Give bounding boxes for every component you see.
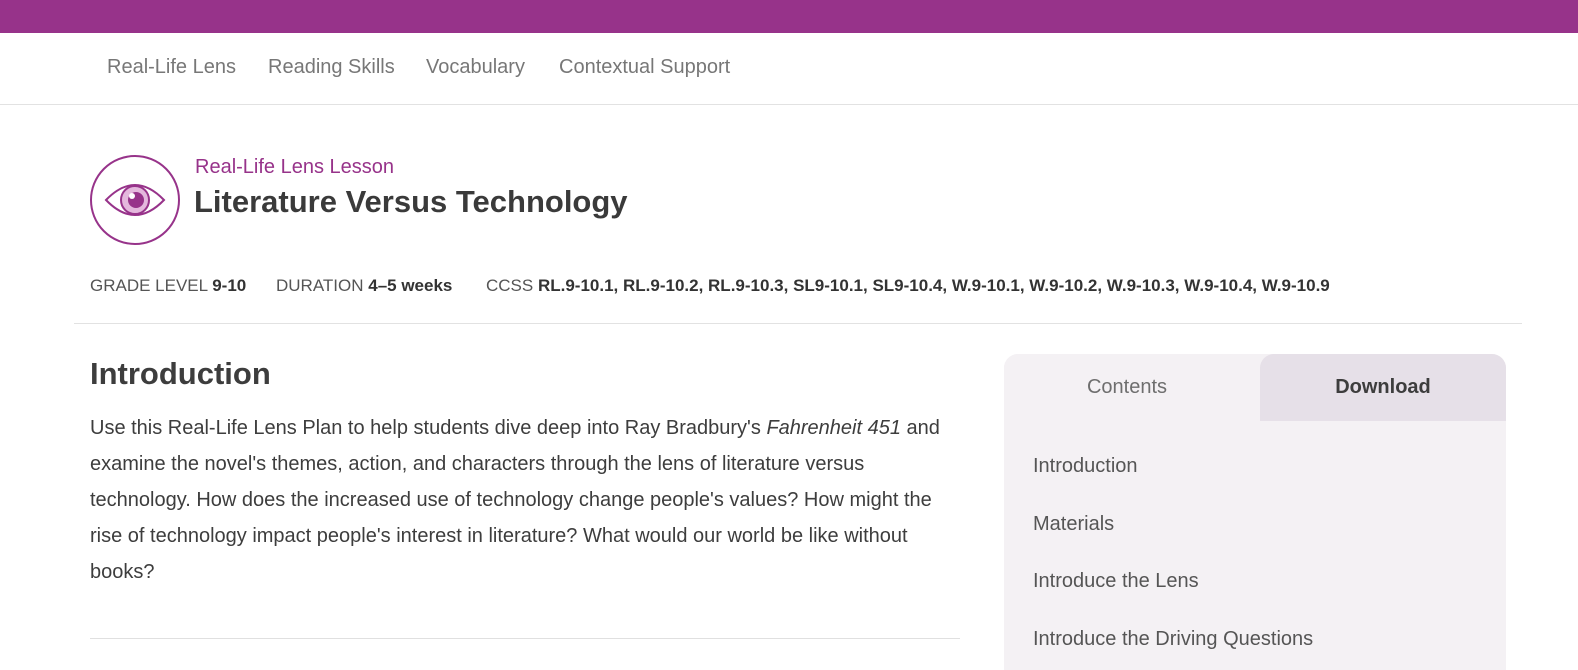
introduction-heading: Introduction <box>90 356 271 391</box>
grade-level-value: 9-10 <box>212 276 247 295</box>
nav-item-real-life-lens[interactable]: Real-Life Lens <box>107 56 236 79</box>
duration-value: 4–5 weeks <box>368 276 453 295</box>
page-title: Literature Versus Technology <box>194 184 628 219</box>
top-brand-bar <box>0 0 1578 33</box>
tab-download[interactable]: Download <box>1260 354 1506 421</box>
ccss-value: RL.9-10.1, RL.9-10.2, RL.9-10.3, SL9-10.… <box>537 276 1330 295</box>
duration-label: DURATION <box>276 276 364 295</box>
toc-item-introduction[interactable]: Introduction <box>1033 455 1138 478</box>
toc-item-introduce-driving-questions[interactable]: Introduce the Driving Questions <box>1033 628 1313 651</box>
book-title: Fahrenheit 451 <box>766 417 901 439</box>
nav-item-reading-skills[interactable]: Reading Skills <box>268 56 395 79</box>
nav-item-vocabulary[interactable]: Vocabulary <box>426 56 525 79</box>
lesson-type-label: Real-Life Lens Lesson <box>195 156 395 178</box>
grade-level-label: GRADE LEVEL <box>90 276 208 295</box>
nav-item-contextual-support[interactable]: Contextual Support <box>559 56 730 79</box>
intro-text-part: Use this Real-Life Lens Plan to help stu… <box>90 417 767 439</box>
divider <box>74 323 1522 324</box>
ccss-meta: CCSS RL.9-10.1, RL.9-10.2, RL.9-10.3, SL… <box>486 276 1330 296</box>
divider <box>90 638 960 639</box>
grade-level-meta: GRADE LEVEL 9-10 <box>90 276 246 296</box>
eye-icon <box>90 155 180 245</box>
duration-meta: DURATION 4–5 weeks <box>276 276 452 296</box>
toc-item-introduce-the-lens[interactable]: Introduce the Lens <box>1033 570 1199 593</box>
section-nav: Real-Life Lens Reading Skills Vocabulary… <box>0 33 1578 105</box>
introduction-text: Use this Real-Life Lens Plan to help stu… <box>90 410 960 590</box>
intro-text-part: and examine the novel's themes, action, … <box>90 417 940 583</box>
toc-item-materials[interactable]: Materials <box>1033 513 1114 536</box>
ccss-label: CCSS <box>486 276 534 295</box>
tab-contents[interactable]: Contents <box>1004 354 1250 421</box>
